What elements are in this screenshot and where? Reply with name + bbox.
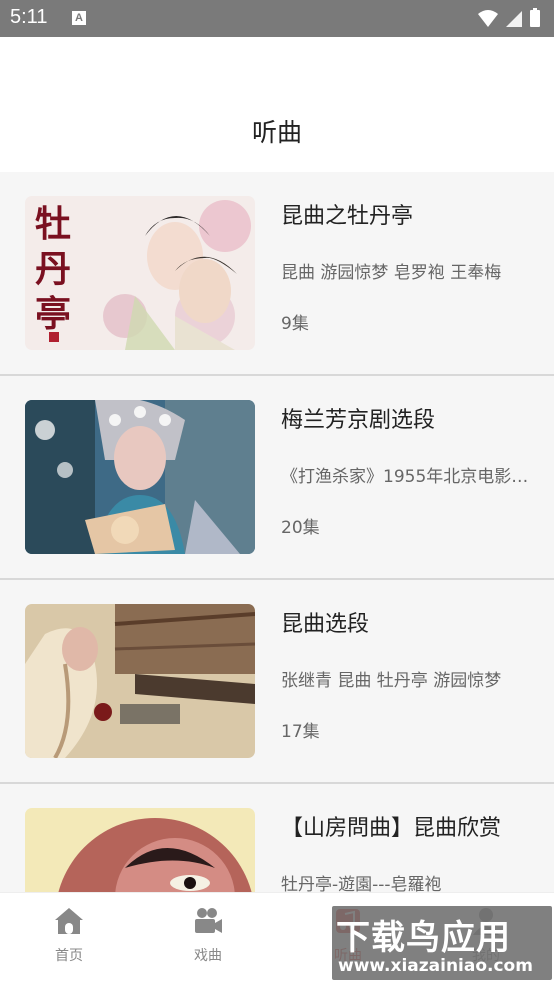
watermark-logo: 下载鸟应用 www.xiazainiao.com: [332, 906, 552, 980]
tab-label: 戏曲: [194, 948, 222, 964]
battery-icon: [530, 10, 540, 27]
cover-image: [25, 400, 255, 554]
item-subtitle: 《打渔杀家》1955年北京电影制片厂: [281, 467, 531, 487]
status-bar: 5:11 A: [0, 0, 554, 37]
list-item[interactable]: 牡 丹 亭 昆曲之牡丹亭 昆曲 游园惊梦 皂罗袍 王奉梅 9集: [0, 172, 554, 376]
list-item[interactable]: 昆曲选段 张继青 昆曲 牡丹亭 游园惊梦 17集: [0, 580, 554, 784]
home-icon: [55, 908, 83, 934]
cover-image: [25, 604, 255, 758]
item-subtitle: 张继青 昆曲 牡丹亭 游园惊梦: [281, 671, 502, 691]
wifi-icon: [478, 10, 498, 27]
item-title: 昆曲选段: [281, 612, 370, 637]
tab-label: 首页: [55, 948, 83, 964]
signal-icon: [506, 11, 522, 27]
svg-text:亭: 亭: [35, 293, 71, 335]
item-subtitle: 昆曲 游园惊梦 皂罗袍 王奉梅: [281, 263, 502, 283]
item-title: 昆曲之牡丹亭: [281, 204, 414, 229]
app-screen: 5:11 A 听曲 牡 丹 亭 昆曲之牡丹亭 昆曲 游园惊梦 皂罗袍 王奉梅 9…: [0, 0, 554, 984]
tab-home[interactable]: 首页: [29, 905, 109, 965]
item-episode-count: 20集: [281, 518, 320, 538]
item-title: 梅兰芳京剧选段: [281, 408, 436, 433]
status-time: 5:11: [10, 6, 48, 28]
item-episode-count: 17集: [281, 722, 320, 742]
svg-text:牡: 牡: [35, 203, 71, 245]
playlist-list: 牡 丹 亭 昆曲之牡丹亭 昆曲 游园惊梦 皂罗袍 王奉梅 9集 梅兰芳京剧选段 …: [0, 172, 554, 984]
watermark-url: www.xiazainiao.com: [338, 956, 533, 976]
cover-image: 牡 丹 亭: [25, 196, 255, 350]
watermark-text: 下载鸟应用: [336, 918, 511, 958]
app-header: 听曲: [0, 37, 554, 172]
item-episode-count: 9集: [281, 314, 309, 334]
tab-opera[interactable]: 戏曲: [168, 905, 248, 965]
list-item[interactable]: 梅兰芳京剧选段 《打渔杀家》1955年北京电影制片厂 20集: [0, 376, 554, 580]
video-camera-icon: [195, 908, 222, 933]
svg-text:丹: 丹: [35, 248, 71, 290]
page-title: 听曲: [251, 118, 302, 147]
status-icons: [478, 8, 540, 27]
notification-icon: A: [72, 11, 86, 25]
item-title: 【山房問曲】昆曲欣赏: [281, 816, 502, 841]
